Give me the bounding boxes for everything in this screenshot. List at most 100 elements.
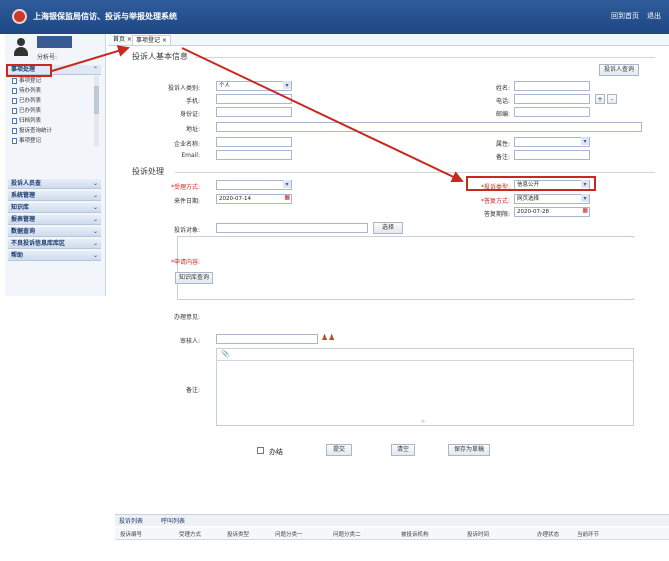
column-header[interactable]: 投诉时间 <box>467 530 489 538</box>
reply-deadline-label: 答复期限: <box>483 211 510 218</box>
postcode-label: 邮编: <box>495 111 510 118</box>
content-label: *申请内容: <box>170 259 200 266</box>
column-header[interactable]: 当前环节 <box>577 530 599 538</box>
sidebar-section[interactable]: 知识库 ⌄ <box>8 203 101 213</box>
reviewer-label: 审核人: <box>179 338 200 345</box>
resize-handle-icon[interactable]: ⟡ <box>421 418 425 426</box>
reply-method-select[interactable]: 网页选择 <box>514 194 590 204</box>
attachment-icon[interactable]: 📎 <box>221 350 230 358</box>
document-icon <box>12 78 17 84</box>
sidebar-scrollbar[interactable] <box>94 76 99 146</box>
app-header: 上海银保监局信访、投诉与举报处理系统 回到首页 退出 <box>0 0 669 34</box>
accept-method-select[interactable] <box>216 180 292 190</box>
select-object-button[interactable]: 选择 <box>373 222 403 234</box>
column-header[interactable]: 投诉编号 <box>120 530 142 538</box>
chevron-down-icon: ⌄ <box>92 192 98 199</box>
column-header[interactable]: 投诉类型 <box>227 530 249 538</box>
account-label: 分析号: <box>37 54 58 61</box>
sidebar-item[interactable]: 事项登记 <box>8 76 101 86</box>
reviewer-pick-icon[interactable]: ♟♟ <box>321 333 335 342</box>
sidebar-item[interactable]: 归档列表 <box>8 116 101 126</box>
header-tools: 回到首页 退出 <box>611 11 661 21</box>
reply-deadline-input[interactable]: 2020-07-28 <box>514 207 590 217</box>
app-logo-icon <box>12 9 27 24</box>
tel-remove-button[interactable]: - <box>607 94 617 104</box>
sidebar-item[interactable]: 已办列表 <box>8 106 101 116</box>
name-input[interactable] <box>514 81 590 91</box>
column-header[interactable]: 问题分类一 <box>275 530 303 538</box>
reviewer-input[interactable] <box>216 334 318 344</box>
phone-label: 手机: <box>185 98 200 105</box>
region-select[interactable] <box>514 137 590 147</box>
address-input[interactable] <box>216 122 642 132</box>
reply-method-label: *答复方式: <box>480 198 510 205</box>
person-type-label: 投诉人类别: <box>167 85 200 92</box>
logout-link[interactable]: 退出 <box>647 11 661 21</box>
id-input[interactable] <box>216 107 292 117</box>
sidebar-section[interactable]: 系统管理 ⌄ <box>8 191 101 201</box>
sidebar-items: 事项登记 待办列表 已办列表 已办列表 归档列表 投诉查询统计 事项登记 <box>8 76 101 146</box>
complainant-query-button[interactable]: 投诉人查询 <box>599 64 639 76</box>
tab-call-list[interactable]: 呼叫列表 <box>161 516 185 525</box>
column-header[interactable]: 受理方式 <box>179 530 201 538</box>
document-icon <box>12 108 17 114</box>
knowledge-query-button[interactable]: 知识库查询 <box>175 272 213 284</box>
sidebar-item[interactable]: 待办列表 <box>8 86 101 96</box>
chevron-up-icon: ⌃ <box>92 66 98 73</box>
accept-method-label: *受理方式: <box>170 184 200 191</box>
note-input[interactable] <box>514 150 590 160</box>
home-link[interactable]: 回到首页 <box>611 11 639 21</box>
save-draft-button[interactable]: 保存为草稿 <box>448 444 490 456</box>
person-type-select[interactable]: 个人 <box>216 81 292 91</box>
tab-case-register[interactable]: 事项登记 × <box>132 35 171 45</box>
section-handling-title: 投诉处理 <box>132 167 164 176</box>
sidebar-section[interactable]: 不良投诉信息库库区 ⌄ <box>8 239 101 249</box>
sidebar-section[interactable]: 数据查询 ⌄ <box>8 227 101 237</box>
sidebar-item[interactable]: 已办列表 <box>8 96 101 106</box>
list-header: 投诉编号 受理方式 投诉类型 问题分类一 问题分类二 被投诉机构 投诉时间 办理… <box>115 528 669 540</box>
region-label: 属性: <box>495 141 510 148</box>
chevron-down-icon: ⌄ <box>92 252 98 259</box>
chevron-down-icon: ⌄ <box>92 204 98 211</box>
sidebar-section[interactable]: 帮助 ⌄ <box>8 251 101 261</box>
tab-bar: 首页 × 事项登记 × <box>108 34 669 46</box>
column-header[interactable]: 被投诉机构 <box>401 530 429 538</box>
document-icon <box>12 128 17 134</box>
company-label: 企业名称: <box>173 141 200 148</box>
sidebar-item[interactable]: 事项登记 <box>8 136 101 146</box>
done-checkbox[interactable] <box>257 447 264 454</box>
case-register-form: 投诉人基本信息 投诉人查询 投诉人类别: 个人 手机: 身份证: 地址: 企业名… <box>115 48 669 486</box>
company-input[interactable] <box>216 137 292 147</box>
tel-add-button[interactable]: + <box>595 94 605 104</box>
chevron-down-icon: ⌄ <box>92 216 98 223</box>
document-icon <box>12 88 17 94</box>
sidebar-section[interactable]: 投诉人员查 ⌄ <box>8 179 101 189</box>
section-divider <box>175 172 655 173</box>
document-icon <box>12 98 17 104</box>
done-checkbox-label: 办结 <box>269 448 283 456</box>
case-date-input[interactable]: 2020-07-14 <box>216 194 292 204</box>
content-textarea[interactable] <box>216 238 634 298</box>
complaint-type-highlight-box <box>466 176 596 191</box>
opinion-label: 办理意见: <box>173 314 200 321</box>
chevron-down-icon: ⌄ <box>92 228 98 235</box>
note-label: 备注: <box>495 154 510 161</box>
tel-label: 电话: <box>495 98 510 105</box>
column-header[interactable]: 问题分类二 <box>333 530 361 538</box>
user-name-box <box>37 36 72 48</box>
phone-input[interactable] <box>216 94 292 104</box>
document-icon <box>12 118 17 124</box>
submit-button[interactable]: 提交 <box>326 444 352 456</box>
address-label: 地址: <box>185 126 200 133</box>
tel-input[interactable] <box>514 94 590 104</box>
column-header[interactable]: 办理状态 <box>537 530 559 538</box>
email-input[interactable] <box>216 150 292 160</box>
complaint-object-input[interactable] <box>216 223 368 233</box>
clear-button[interactable]: 清空 <box>391 444 415 456</box>
avatar-icon <box>14 38 28 58</box>
postcode-input[interactable] <box>514 107 590 117</box>
sidebar-section[interactable]: 报表管理 ⌄ <box>8 215 101 225</box>
section-complainant-title: 投诉人基本信息 <box>132 52 188 61</box>
tab-complaint-list[interactable]: 投诉列表 <box>119 516 143 525</box>
sidebar-item[interactable]: 投诉查询统计 <box>8 126 101 136</box>
